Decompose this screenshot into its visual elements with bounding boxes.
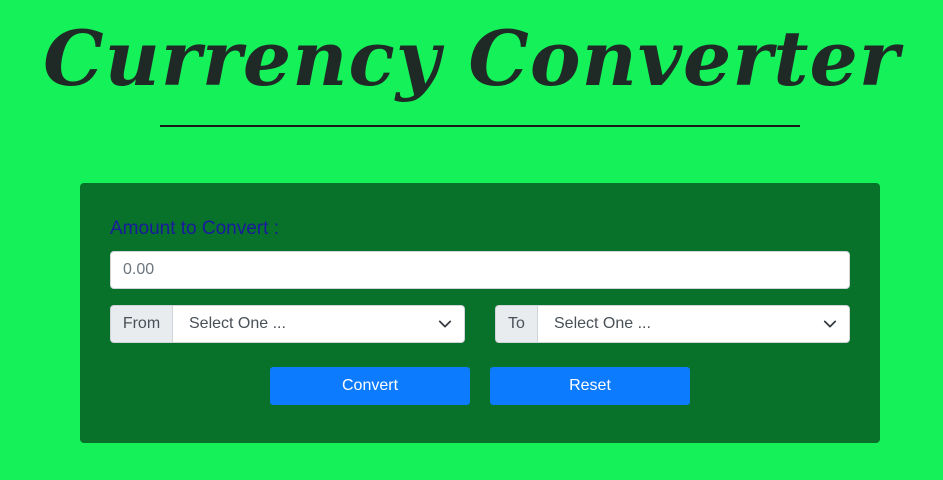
reset-button[interactable]: Reset xyxy=(490,367,690,405)
from-currency-select[interactable]: Select One ... xyxy=(172,305,465,343)
amount-label: Amount to Convert : xyxy=(110,218,279,239)
from-label: From xyxy=(110,305,172,343)
to-currency-select[interactable]: Select One ... xyxy=(537,305,850,343)
title-underline xyxy=(160,125,800,127)
chevron-down-icon xyxy=(438,320,452,328)
converter-panel: Amount to Convert : From Select One ... … xyxy=(80,183,880,443)
chevron-down-icon xyxy=(823,320,837,328)
from-currency-value: Select One ... xyxy=(189,315,286,332)
convert-button[interactable]: Convert xyxy=(270,367,470,405)
amount-input[interactable] xyxy=(110,251,850,289)
from-currency-group: From Select One ... xyxy=(110,305,465,343)
to-label: To xyxy=(495,305,537,343)
to-currency-group: To Select One ... xyxy=(495,305,850,343)
to-currency-value: Select One ... xyxy=(554,315,651,332)
page-title: Currency Converter xyxy=(43,14,900,103)
